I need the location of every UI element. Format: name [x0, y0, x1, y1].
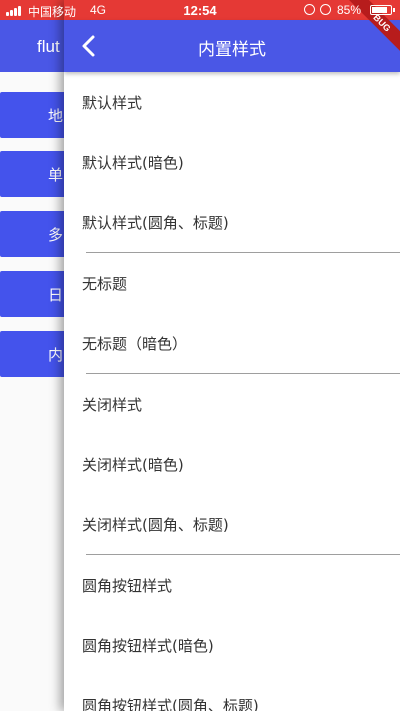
list-item[interactable]: 无标题 — [64, 253, 400, 313]
style-list: 默认样式 默认样式(暗色) 默认样式(圆角、标题) 无标题 无标题（暗色） 关闭… — [64, 72, 400, 711]
battery-icon — [370, 5, 395, 15]
page-title: 内置样式 — [198, 40, 266, 60]
list-item[interactable]: 圆角按钮样式(暗色) — [64, 615, 400, 675]
alarm-icon — [320, 4, 331, 15]
battery-percent: 85% — [337, 3, 362, 17]
background-title: flut — [37, 37, 60, 56]
list-item[interactable]: 默认样式(圆角、标题) — [64, 192, 400, 252]
list-item[interactable]: 圆角按钮样式(圆角、标题) — [64, 675, 400, 711]
list-item[interactable]: 圆角按钮样式 — [64, 555, 400, 615]
app-bar: 内置样式 — [64, 20, 400, 72]
list-item[interactable]: 关闭样式(圆角、标题) — [64, 494, 400, 554]
list-item[interactable]: 无标题（暗色） — [64, 313, 400, 373]
status-bar: 中国移动 4G 12:54 85% — [0, 0, 400, 20]
rotation-lock-icon — [304, 4, 315, 15]
builtin-styles-page: 内置样式 默认样式 默认样式(暗色) 默认样式(圆角、标题) 无标题 无标题（暗… — [64, 0, 400, 711]
list-item[interactable]: 默认样式 — [64, 72, 400, 132]
list-item[interactable]: 默认样式(暗色) — [64, 132, 400, 192]
list-item[interactable]: 关闭样式 — [64, 374, 400, 434]
list-item[interactable]: 关闭样式(暗色) — [64, 434, 400, 494]
battery-fill — [372, 7, 387, 13]
